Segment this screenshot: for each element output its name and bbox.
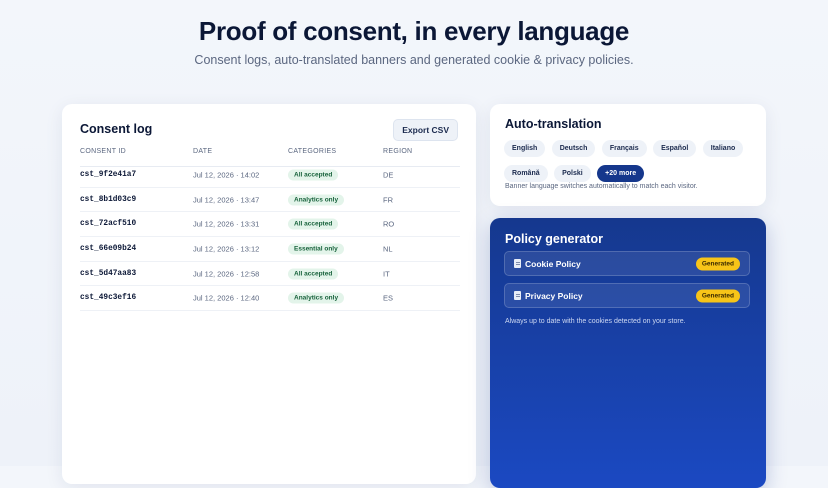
consent-id: cst_9f2e41a7: [80, 170, 137, 179]
consent-id: cst_5d47aa83: [80, 269, 137, 278]
language-chip-deutsch[interactable]: Deutsch: [551, 140, 596, 157]
consent-log-title: Consent log: [80, 122, 153, 136]
category-badge: All accepted: [288, 169, 339, 181]
status-badge: Generated: [695, 289, 740, 302]
page-title: Proof of consent, in every language: [198, 16, 630, 46]
policy-item-privacy[interactable]: Privacy Policy Generated: [504, 283, 750, 308]
column-header-date: DATE: [193, 148, 213, 155]
policy-generator-card: Policy generator Cookie Policy Generated…: [490, 218, 766, 488]
consent-date: Jul 12, 2026 · 14:02: [193, 170, 260, 180]
category-badge: All accepted: [288, 218, 339, 230]
category-badge: Essential only: [288, 243, 344, 255]
language-chips: English Deutsch Français Español Italian…: [504, 137, 754, 187]
region-code: FR: [383, 195, 393, 205]
consent-id: cst_72acf510: [80, 220, 137, 229]
consent-date: Jul 12, 2026 · 12:40: [193, 293, 260, 303]
document-icon: [514, 259, 521, 268]
consent-date: Jul 12, 2026 · 13:47: [193, 195, 260, 205]
policy-generator-title: Policy generator: [505, 232, 603, 246]
column-header-consent-id: CONSENT ID: [80, 148, 127, 155]
column-header-categories: CATEGORIES: [288, 148, 337, 155]
category-badge: All accepted: [288, 268, 339, 280]
region-code: NL: [383, 244, 393, 254]
consent-id: cst_49c3ef16: [80, 294, 137, 303]
policy-item-cookie[interactable]: Cookie Policy Generated: [504, 251, 750, 276]
policy-generator-note: Always up to date with the cookies detec…: [505, 318, 686, 325]
auto-translation-title: Auto-translation: [505, 117, 602, 131]
table-row[interactable]: cst_72acf510 Jul 12, 2026 · 13:31 All ac…: [80, 212, 460, 238]
column-header-region: REGION: [383, 148, 413, 155]
table-row[interactable]: cst_9f2e41a7 Jul 12, 2026 · 14:02 All ac…: [80, 163, 460, 188]
region-code: ES: [383, 293, 394, 303]
language-chip-italiano[interactable]: Italiano: [702, 140, 744, 157]
language-chip-polski[interactable]: Polski: [554, 165, 591, 182]
policy-name: Privacy Policy: [525, 290, 583, 301]
consent-id: cst_8b1d03c9: [80, 195, 137, 204]
more-languages-chip[interactable]: +20 more: [597, 165, 645, 182]
table-row[interactable]: cst_66e09b24 Jul 12, 2026 · 13:12 Essent…: [80, 237, 460, 262]
table-row[interactable]: cst_5d47aa83 Jul 12, 2026 · 12:58 All ac…: [80, 262, 460, 287]
region-code: IT: [383, 269, 390, 279]
language-chip-francais[interactable]: Français: [601, 140, 647, 157]
consent-date: Jul 12, 2026 · 12:58: [193, 269, 260, 279]
policy-name: Cookie Policy: [525, 258, 581, 269]
auto-translation-note: Banner language switches automatically t…: [505, 183, 698, 190]
table-row[interactable]: cst_8b1d03c9 Jul 12, 2026 · 13:47 Analyt…: [80, 188, 460, 213]
status-badge: Generated: [695, 257, 740, 270]
consent-log-rows: cst_9f2e41a7 Jul 12, 2026 · 14:02 All ac…: [80, 163, 460, 312]
region-code: RO: [383, 219, 395, 229]
consent-date: Jul 12, 2026 · 13:31: [193, 219, 260, 229]
consent-date: Jul 12, 2026 · 13:12: [193, 244, 260, 254]
consent-log-card: Consent log Export CSV CONSENT ID DATE C…: [62, 104, 476, 484]
document-icon: [514, 291, 521, 300]
category-badge: Analytics only: [288, 194, 345, 206]
table-row[interactable]: cst_49c3ef16 Jul 12, 2026 · 12:40 Analyt…: [80, 286, 460, 312]
auto-translation-card: Auto-translation English Deutsch Françai…: [490, 104, 766, 206]
category-badge: Analytics only: [288, 292, 345, 304]
language-chip-english[interactable]: English: [504, 140, 546, 157]
region-code: DE: [383, 170, 394, 180]
language-chip-espanol[interactable]: Español: [653, 140, 697, 157]
consent-id: cst_66e09b24: [80, 244, 137, 253]
page-subtitle: Consent logs, auto-translated banners an…: [194, 53, 634, 67]
export-csv-button[interactable]: Export CSV: [393, 119, 458, 141]
language-chip-romana[interactable]: Română: [504, 165, 548, 182]
